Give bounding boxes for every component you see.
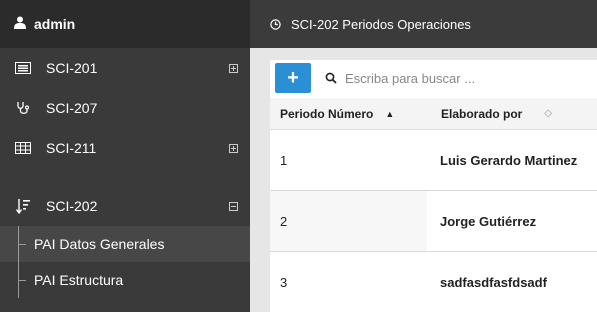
top-bar: SCI-202 Periodos Operaciones <box>250 0 597 48</box>
grid-icon <box>12 142 34 154</box>
search-icon <box>325 72 337 84</box>
user-name: admin <box>34 16 76 32</box>
stethoscope-icon <box>12 101 34 115</box>
user-icon <box>14 16 26 32</box>
sidebar-item-sci-211[interactable]: SCI-211 <box>0 128 250 168</box>
column-header-periodo[interactable]: Periodo Número ▲ <box>270 107 427 121</box>
cell-periodo: 2 <box>280 213 288 229</box>
sidebar-item-label: SCI-211 <box>46 140 97 156</box>
toolbar: + Escriba para buscar ... <box>270 60 597 96</box>
tree-connector <box>18 226 28 262</box>
table-row[interactable]: 2 Jorge Gutiérrez <box>270 191 597 252</box>
data-table: Periodo Número ▲ Elaborado por ◇ 1 Luis … <box>270 98 597 312</box>
cell-elaborado: Jorge Gutiérrez <box>427 191 597 251</box>
tree-connector <box>18 262 28 298</box>
column-header-elaborado[interactable]: Elaborado por ◇ <box>427 107 552 121</box>
sidebar-subitem-label: PAI Datos Generales <box>34 236 165 252</box>
cell-elaborado: Luis Gerardo Martinez <box>427 130 597 190</box>
cell-periodo: 3 <box>280 274 288 290</box>
sidebar-item-label: SCI-201 <box>46 60 98 76</box>
search-box[interactable]: Escriba para buscar ... <box>325 71 475 86</box>
sort-icon: ◇ <box>544 108 553 119</box>
sidebar-item-sci-202[interactable]: SCI-202 <box>0 186 250 226</box>
main-content: + Escriba para buscar ... Periodo Número… <box>250 48 597 312</box>
sidebar-item-sci-207[interactable]: SCI-207 <box>0 88 250 128</box>
collapse-icon[interactable] <box>229 198 238 214</box>
expand-icon[interactable] <box>229 60 238 76</box>
table-row[interactable]: 1 Luis Gerardo Martinez <box>270 130 597 191</box>
search-input[interactable]: Escriba para buscar ... <box>345 71 475 86</box>
sidebar: admin SCI-201 SCI-207 SCI-211 SCI-202 PA… <box>0 0 250 312</box>
sidebar-separator <box>0 168 250 186</box>
list-icon <box>12 62 34 74</box>
sidebar-subitem-pai-estructura[interactable]: PAI Estructura <box>0 262 250 298</box>
sort-list-icon <box>12 198 34 214</box>
user-menu[interactable]: admin <box>0 0 250 48</box>
sidebar-item-sci-201[interactable]: SCI-201 <box>0 48 250 88</box>
sidebar-subitem-label: PAI Estructura <box>34 272 124 288</box>
table-row[interactable]: 3 sadfasdfasfdsadf <box>270 252 597 312</box>
sort-asc-icon: ▲ <box>385 108 395 119</box>
sidebar-item-label: SCI-202 <box>46 198 98 214</box>
column-header-label: Elaborado por <box>441 106 523 121</box>
cell-elaborado: sadfasdfasfdsadf <box>427 252 597 312</box>
column-header-label: Periodo Número <box>280 106 374 121</box>
table-header: Periodo Número ▲ Elaborado por ◇ <box>270 98 597 130</box>
add-button[interactable]: + <box>275 63 311 93</box>
table-body: 1 Luis Gerardo Martinez 2 Jorge Gutiérre… <box>270 130 597 312</box>
page-title: SCI-202 Periodos Operaciones <box>291 16 471 32</box>
sidebar-subitem-pai-datos-generales[interactable]: PAI Datos Generales <box>0 226 250 262</box>
expand-icon[interactable] <box>229 140 238 156</box>
data-panel: + Escriba para buscar ... Periodo Número… <box>270 60 597 312</box>
sidebar-item-label: SCI-207 <box>46 100 98 116</box>
clock-icon <box>270 18 281 30</box>
cell-periodo: 1 <box>280 152 288 168</box>
